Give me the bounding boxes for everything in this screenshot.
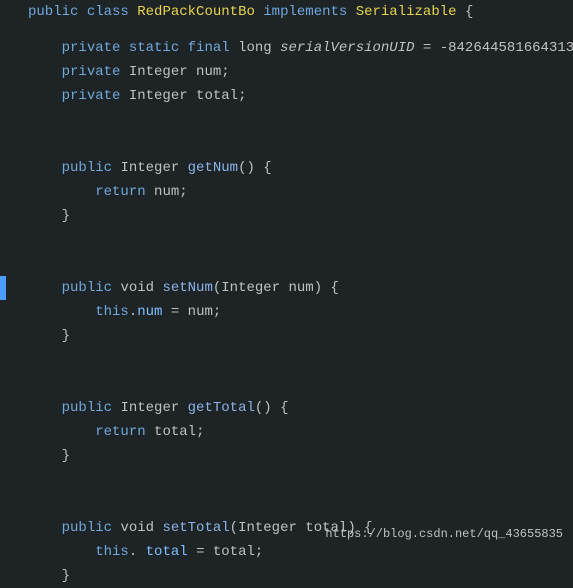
- line-close-4-text: }: [8, 568, 70, 584]
- code-line-total: private Integer total;: [0, 84, 573, 108]
- line-indicator-this-num: [0, 300, 6, 324]
- code-line-blank-6: [0, 348, 573, 372]
- line-indicator-1: [0, 0, 6, 24]
- code-line-setnum: public void setNum(Integer num) {: [0, 276, 573, 300]
- line-1-text: public class RedPackCountBo implements S…: [8, 4, 473, 20]
- code-line-blank-4: [0, 228, 573, 252]
- code-line-blank-3: [0, 132, 573, 156]
- line-indicator-close-4: [0, 564, 6, 588]
- line-close-1-text: }: [8, 208, 70, 224]
- line-indicator-close-2: [0, 324, 6, 348]
- line-gettotal-text: public Integer getTotal() {: [8, 400, 288, 416]
- line-indicator-this-total: [0, 540, 6, 564]
- line-setnum-text: public void setNum(Integer num) {: [8, 280, 339, 296]
- line-indicator-close-1: [0, 204, 6, 228]
- line-this-total-text: this. total = total;: [8, 544, 263, 560]
- line-close-2-text: }: [8, 328, 70, 344]
- code-line-close-1: }: [0, 204, 573, 228]
- line-indicator-return-num: [0, 180, 6, 204]
- code-line-blank-5: [0, 252, 573, 276]
- code-editor: public class RedPackCountBo implements S…: [0, 0, 573, 548]
- line-indicator-total: [0, 84, 6, 108]
- line-indicator-settotal: [0, 516, 6, 540]
- code-line-gettotal: public Integer getTotal() {: [0, 396, 573, 420]
- line-this-num-text: this.num = num;: [8, 304, 221, 320]
- line-getnum-text: public Integer getNum() {: [8, 160, 272, 176]
- line-indicator-serial: [0, 36, 6, 60]
- line-return-total-text: return total;: [8, 424, 204, 440]
- line-indicator-gettotal: [0, 396, 6, 420]
- code-line-close-3: }: [0, 444, 573, 468]
- line-indicator-setnum: [0, 276, 6, 300]
- line-indicator-num: [0, 60, 6, 84]
- code-line-return-total: return total;: [0, 420, 573, 444]
- line-total-text: private Integer total;: [8, 88, 246, 104]
- code-line-blank-7: [0, 372, 573, 396]
- code-line-blank-1: [0, 24, 573, 36]
- code-line-blank-9: [0, 492, 573, 516]
- code-line-close-4: }: [0, 564, 573, 588]
- code-line-num: private Integer num;: [0, 60, 573, 84]
- code-line-return-num: return num;: [0, 180, 573, 204]
- code-line-this-num: this.num = num;: [0, 300, 573, 324]
- code-line-blank-2: [0, 108, 573, 132]
- line-return-num-text: return num;: [8, 184, 188, 200]
- line-close-3-text: }: [8, 448, 70, 464]
- code-line-getnum: public Integer getNum() {: [0, 156, 573, 180]
- code-line-close-2: }: [0, 324, 573, 348]
- url-bar: https://blog.csdn.net/qq_43655835: [325, 526, 563, 542]
- code-line-serial: private static final long serialVersionU…: [0, 36, 573, 60]
- line-indicator-close-3: [0, 444, 6, 468]
- line-indicator-return-total: [0, 420, 6, 444]
- line-indicator-getnum: [0, 156, 6, 180]
- code-line-1: public class RedPackCountBo implements S…: [0, 0, 573, 24]
- url-text: https://blog.csdn.net/qq_43655835: [325, 527, 563, 541]
- code-line-this-total: this. total = total;: [0, 540, 573, 564]
- line-settotal-text: public void setTotal(Integer total) {: [8, 520, 373, 536]
- line-serial-text: private static final long serialVersionU…: [8, 40, 573, 56]
- line-num-text: private Integer num;: [8, 64, 230, 80]
- code-line-blank-8: [0, 468, 573, 492]
